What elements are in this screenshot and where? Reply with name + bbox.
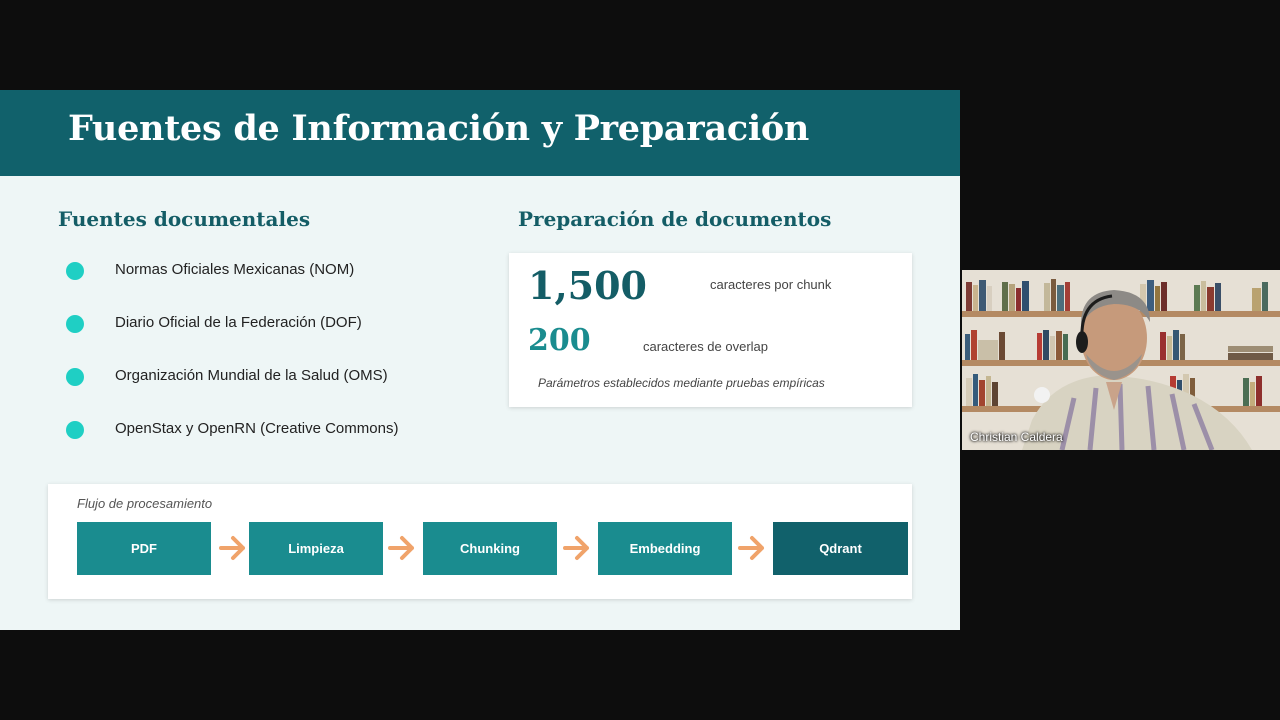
slide-title: Fuentes de Información y Preparación — [68, 108, 810, 149]
dot-icon — [66, 262, 84, 280]
arrow-right-icon — [388, 536, 414, 560]
parameters-card: 1,500 caracteres por chunk 200 caractere… — [509, 253, 912, 407]
source-label: Diario Oficial de la Federación (DOF) — [115, 314, 362, 331]
flow-step-qdrant: Qdrant — [773, 522, 908, 575]
overlap-value: 200 — [528, 323, 591, 358]
participant-name: Christian Caldera — [970, 430, 1063, 444]
slide-title-bar: Fuentes de Información y Preparación — [0, 90, 960, 176]
source-label: Organización Mundial de la Salud (OMS) — [115, 367, 388, 384]
overlap-label: caracteres de overlap — [643, 339, 769, 354]
parameters-note: Parámetros establecidos mediante pruebas… — [538, 376, 825, 390]
source-label: OpenStax y OpenRN (Creative Commons) — [115, 420, 399, 437]
chunk-size-value: 1,500 — [528, 263, 647, 308]
arrow-right-icon — [563, 536, 589, 560]
flow-caption: Flujo de procesamiento — [77, 496, 213, 511]
sources-heading: Fuentes documentales — [58, 207, 311, 231]
source-label: Normas Oficiales Mexicanas (NOM) — [115, 261, 355, 278]
dot-icon — [66, 421, 84, 439]
processing-flow-card: Flujo de procesamiento PDF Limpieza Chun… — [48, 484, 912, 599]
flow-step-chunking: Chunking — [423, 522, 557, 575]
preparation-heading: Preparación de documentos — [518, 207, 832, 231]
participant-video-feed — [962, 270, 1280, 450]
flow-step-limpieza: Limpieza — [249, 522, 383, 575]
participant-video-tile[interactable]: Christian Caldera — [962, 270, 1280, 450]
arrow-right-icon — [738, 536, 764, 560]
arrow-right-icon — [219, 536, 245, 560]
dot-icon — [66, 315, 84, 333]
presentation-slide: Fuentes de Información y Preparación Fue… — [0, 90, 960, 630]
chunk-size-label: caracteres por chunk — [710, 277, 832, 292]
dot-icon — [66, 368, 84, 386]
flow-step-embedding: Embedding — [598, 522, 732, 575]
flow-step-pdf: PDF — [77, 522, 211, 575]
